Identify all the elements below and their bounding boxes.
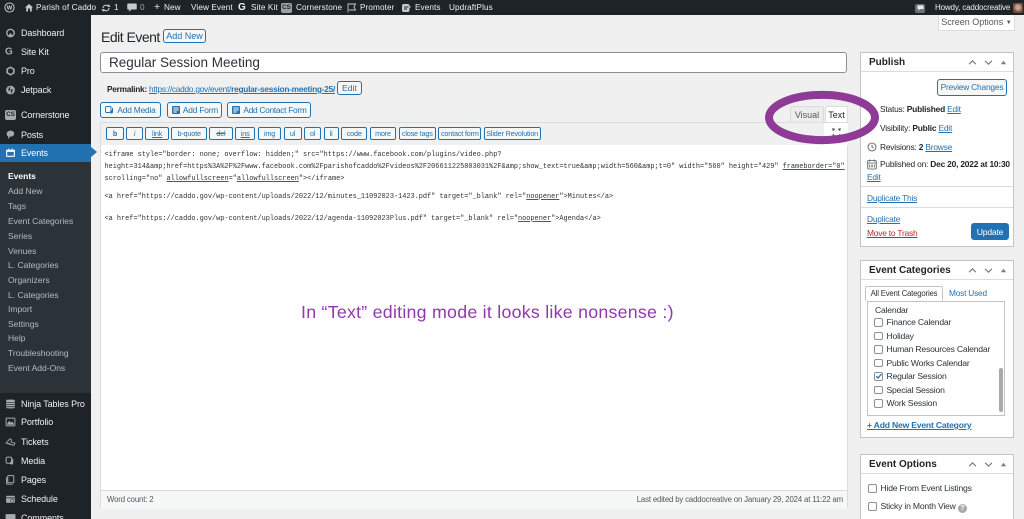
svg-text:W: W — [7, 6, 13, 12]
